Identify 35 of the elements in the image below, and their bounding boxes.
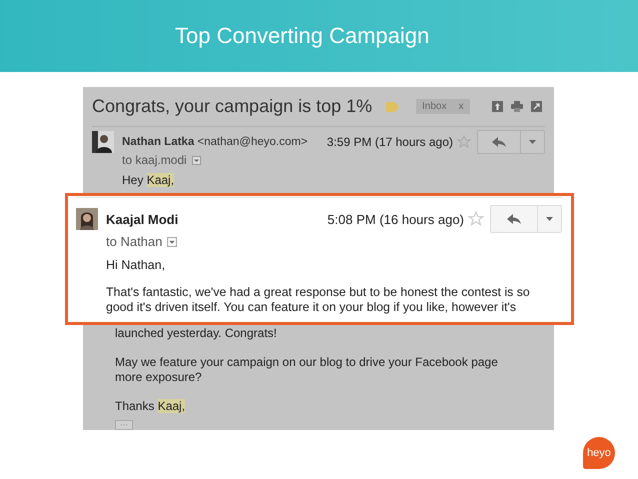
more-options-button[interactable]	[538, 205, 562, 233]
reply-button[interactable]	[490, 205, 538, 233]
more-options-button[interactable]	[521, 130, 545, 154]
email-subject: Congrats, your campaign is top 1%	[92, 96, 372, 117]
signoff-text: Thanks Kaaj,	[115, 399, 186, 414]
new-window-icon[interactable]	[492, 101, 503, 112]
reply-arrow-icon	[507, 214, 521, 224]
greeting-text: Hi Nathan,	[106, 258, 166, 273]
slide-title: Top Converting Campaign	[175, 23, 430, 49]
reply-arrow-icon	[492, 137, 506, 147]
greeting-text: Hey Kaaj,	[122, 173, 176, 188]
recipient-text: to kaaj.modi	[122, 153, 187, 167]
label-tag-icon	[386, 102, 400, 112]
star-icon[interactable]	[468, 211, 484, 227]
body-paragraph: launched yesterday. Congrats!	[115, 326, 278, 341]
message-time: 5:08 PM (16 hours ago)	[327, 212, 464, 226]
inbox-label: Inbox x	[416, 99, 470, 114]
recipient-text: to Nathan	[106, 234, 162, 249]
caret-icon	[546, 217, 553, 221]
heyo-logo: heyo	[583, 437, 615, 469]
print-icon[interactable]	[511, 101, 523, 112]
sender-name: Kaajal Modi	[106, 212, 178, 226]
sender-line: Nathan Latka <nathan@heyo.com>	[122, 136, 308, 148]
reply-button[interactable]	[477, 130, 521, 154]
message-time: 3:59 PM (17 hours ago)	[326, 135, 453, 149]
remove-label-button[interactable]: x	[458, 101, 464, 112]
details-dropdown-icon[interactable]	[167, 236, 178, 246]
caret-icon	[529, 140, 536, 144]
body-paragraph: May we feature your campaign on our blog to drive your Facebook page more exposure?	[115, 355, 499, 385]
details-dropdown-icon[interactable]	[192, 156, 201, 164]
star-icon[interactable]	[457, 135, 471, 149]
show-trimmed-button[interactable]: ···	[115, 420, 133, 430]
body-line: good it's driven itself. You can feature it on your blog if you like, however it's	[106, 300, 518, 315]
expand-icon[interactable]	[531, 101, 542, 112]
body-line: That's fantastic, we've had a great response but to be honest the contest is so	[106, 285, 531, 300]
